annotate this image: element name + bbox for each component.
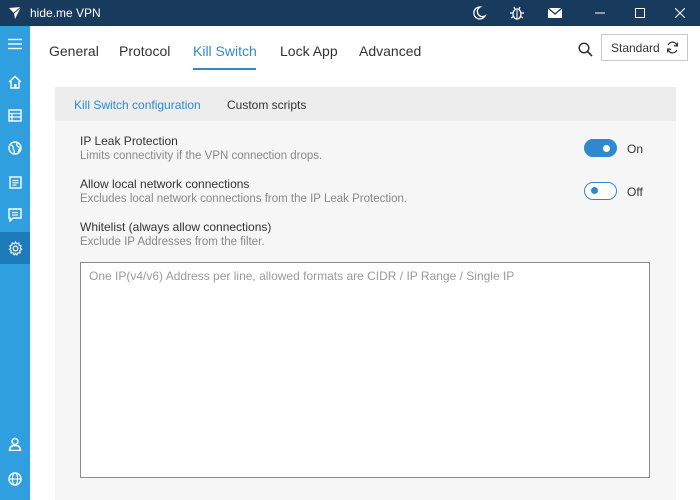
minimize-button[interactable] bbox=[580, 0, 620, 26]
night-mode-icon[interactable] bbox=[460, 0, 498, 26]
whitelist-title: Whitelist (always allow connections) bbox=[80, 220, 272, 234]
account-icon[interactable] bbox=[0, 428, 30, 460]
subtab-kill-switch-configuration[interactable]: Kill Switch configuration bbox=[74, 98, 201, 112]
hide-me-logo-icon bbox=[0, 0, 30, 26]
whitelist-description: Exclude IP Addresses from the filter. bbox=[80, 236, 265, 248]
messages-icon[interactable] bbox=[0, 199, 30, 231]
sidebar bbox=[0, 26, 30, 500]
kill-switch-panel: Kill Switch configuration Custom scripts… bbox=[55, 87, 676, 500]
title-bar: hide.me VPN bbox=[0, 0, 700, 26]
refresh-icon bbox=[666, 41, 679, 59]
local-network-title: Allow local network connections bbox=[80, 177, 250, 191]
tab-protocol[interactable]: Protocol bbox=[119, 43, 170, 59]
ip-leak-toggle[interactable] bbox=[584, 139, 617, 157]
toggle-knob bbox=[591, 187, 598, 194]
search-icon[interactable] bbox=[574, 38, 596, 60]
tab-kill-switch[interactable]: Kill Switch bbox=[193, 43, 257, 59]
mail-icon[interactable] bbox=[536, 0, 574, 26]
bug-report-icon[interactable] bbox=[498, 0, 536, 26]
ip-leak-title: IP Leak Protection bbox=[80, 134, 178, 148]
subtab-bar: Kill Switch configuration Custom scripts bbox=[55, 87, 676, 121]
servers-icon[interactable] bbox=[0, 99, 30, 131]
settings-icon[interactable] bbox=[0, 232, 30, 264]
menu-icon[interactable] bbox=[0, 28, 30, 60]
language-icon[interactable] bbox=[0, 463, 30, 495]
local-network-toggle[interactable] bbox=[584, 182, 617, 200]
ip-leak-state: On bbox=[627, 142, 644, 156]
toggle-knob bbox=[603, 144, 610, 152]
subtab-custom-scripts[interactable]: Custom scripts bbox=[227, 98, 306, 112]
active-tab-indicator bbox=[193, 68, 256, 70]
mode-selector-button[interactable]: Standard bbox=[601, 34, 688, 61]
whitelist-input[interactable] bbox=[80, 262, 650, 478]
settings-tabs: General Protocol Kill Switch Lock App Ad… bbox=[30, 26, 700, 70]
tab-general[interactable]: General bbox=[49, 43, 99, 59]
local-network-description: Excludes local network connections from … bbox=[80, 193, 408, 205]
tab-advanced[interactable]: Advanced bbox=[359, 43, 421, 59]
close-button[interactable] bbox=[660, 0, 700, 26]
ip-leak-description: Limits connectivity if the VPN connectio… bbox=[80, 150, 323, 162]
log-icon[interactable] bbox=[0, 166, 30, 198]
app-title: hide.me VPN bbox=[30, 6, 101, 20]
tab-lock-app[interactable]: Lock App bbox=[280, 43, 338, 59]
globe-icon[interactable] bbox=[0, 132, 30, 164]
home-icon[interactable] bbox=[0, 66, 30, 98]
maximize-button[interactable] bbox=[620, 0, 660, 26]
local-network-state: Off bbox=[627, 185, 643, 199]
mode-label: Standard bbox=[611, 40, 660, 55]
